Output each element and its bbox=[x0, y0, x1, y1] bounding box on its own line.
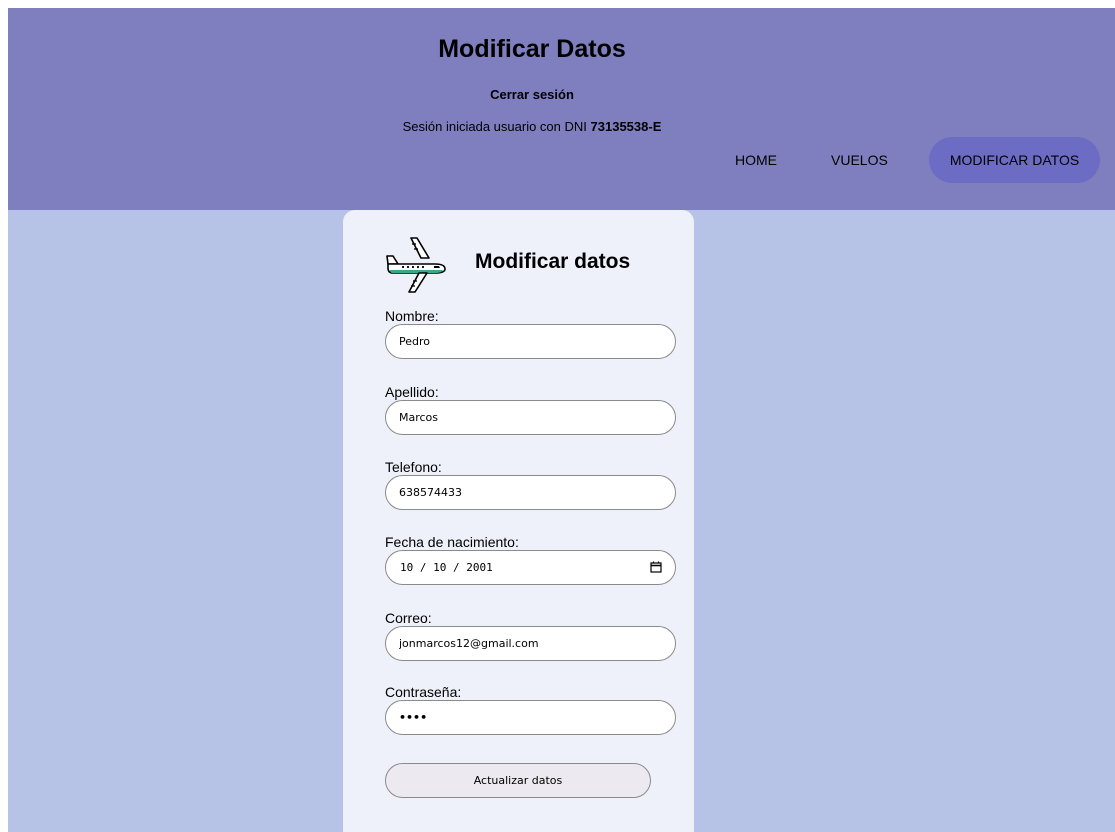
update-data-button[interactable]: Actualizar datos bbox=[385, 763, 651, 798]
field-fecha-nacimiento: Fecha de nacimiento: bbox=[385, 534, 677, 585]
page-frame: Modificar Datos Cerrar sesión Sesión ini… bbox=[8, 8, 1115, 832]
session-text: Sesión iniciada usuario con DNI bbox=[402, 119, 587, 134]
telefono-label: Telefono: bbox=[385, 459, 442, 475]
fecha-label: Fecha de nacimiento: bbox=[385, 534, 519, 550]
nav-item-vuelos[interactable]: VUELOS bbox=[810, 137, 909, 183]
correo-input[interactable] bbox=[385, 626, 676, 661]
fecha-nacimiento-input[interactable] bbox=[385, 550, 676, 585]
field-contrasena: Contraseña: bbox=[385, 684, 677, 735]
field-telefono: Telefono: bbox=[385, 459, 677, 510]
apellido-label: Apellido: bbox=[385, 384, 439, 400]
page-title: Modificar Datos bbox=[438, 35, 626, 63]
apellido-input[interactable] bbox=[385, 400, 676, 435]
contrasena-input[interactable] bbox=[385, 700, 676, 735]
session-dni: 73135538-E bbox=[590, 119, 662, 134]
form-card: Modificar datos Nombre: Apellido: Telefo… bbox=[343, 210, 694, 832]
correo-label: Correo: bbox=[385, 610, 432, 626]
airplane-icon bbox=[386, 237, 446, 293]
logout-link[interactable]: Cerrar sesión bbox=[8, 87, 1056, 102]
session-info: Sesión iniciada usuario con DNI 73135538… bbox=[8, 119, 1056, 134]
calendar-icon[interactable] bbox=[650, 561, 662, 573]
nombre-label: Nombre: bbox=[385, 308, 439, 324]
field-apellido: Apellido: bbox=[385, 384, 677, 435]
contrasena-label: Contraseña: bbox=[385, 684, 462, 700]
date-input-wrapper bbox=[385, 550, 676, 585]
nav-item-modificar-datos[interactable]: MODIFICAR DATOS bbox=[928, 137, 1101, 183]
field-correo: Correo: bbox=[385, 610, 677, 661]
form-title: Modificar datos bbox=[475, 250, 631, 273]
page-header: Modificar Datos Cerrar sesión Sesión ini… bbox=[8, 8, 1115, 210]
field-nombre: Nombre: bbox=[385, 308, 677, 359]
telefono-input[interactable] bbox=[385, 475, 676, 510]
nav-item-home[interactable]: HOME bbox=[714, 137, 798, 183]
nombre-input[interactable] bbox=[385, 324, 676, 359]
main-nav: HOME VUELOS MODIFICAR DATOS bbox=[714, 137, 1101, 183]
form-header: Modificar datos bbox=[385, 236, 675, 298]
